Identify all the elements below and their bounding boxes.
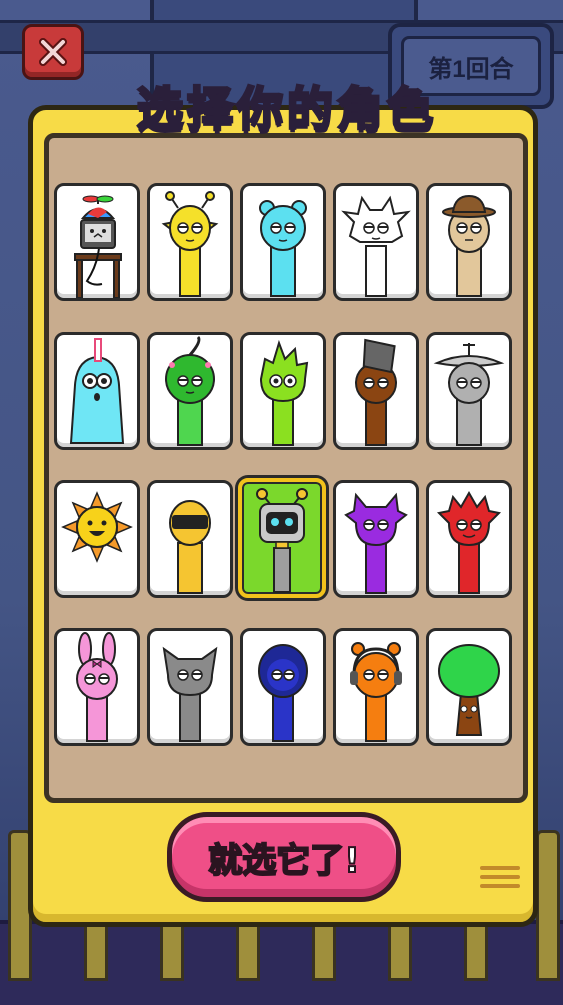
- lime-spike-icon: [259, 339, 309, 446]
- cyan-hair-icon: [69, 338, 125, 444]
- character-card-pink-bunny[interactable]: [54, 628, 140, 746]
- title-char: 的: [286, 81, 335, 138]
- character-card-orange-headphones[interactable]: [333, 628, 419, 746]
- red-spikes-icon: [436, 490, 502, 594]
- gray-cat-icon: [162, 646, 218, 742]
- blue-hood-icon: [258, 644, 308, 742]
- character-card-cyan-hair[interactable]: [54, 332, 140, 450]
- yellow-visor-icon: [169, 500, 211, 594]
- character-card-tan-hat[interactable]: [426, 183, 512, 301]
- character-card-green-robot-selected[interactable]: [238, 478, 326, 598]
- title-char: 角: [336, 81, 385, 138]
- character-card-yellow-antenna[interactable]: [147, 183, 233, 301]
- sun-icon: [61, 491, 133, 563]
- yellow-antenna-icon: [161, 191, 219, 297]
- title-char: 你: [236, 81, 285, 138]
- character-card-white-cat[interactable]: [333, 183, 419, 301]
- character-card-brown-bucket[interactable]: [333, 332, 419, 450]
- character-card-yellow-visor[interactable]: [147, 480, 233, 598]
- character-card-cyan-bear[interactable]: [240, 183, 326, 301]
- character-card-purple-horns[interactable]: [333, 480, 419, 598]
- orange-headphones-icon: [350, 642, 402, 742]
- character-card-blue-hood[interactable]: [240, 628, 326, 746]
- menu-lines-icon[interactable]: [480, 866, 520, 896]
- character-card-lime-spike[interactable]: [240, 332, 326, 450]
- confirm-character-button[interactable]: 就选它了!: [167, 812, 401, 902]
- gray-dish-icon: [433, 343, 505, 446]
- title-char: 择: [186, 81, 235, 138]
- fence-post: [536, 830, 560, 981]
- green-leaf-icon: [165, 335, 215, 446]
- cyan-bear-icon: [259, 200, 307, 297]
- page-title: 选 择 你 的 角 色: [130, 78, 440, 140]
- close-x-icon: [39, 38, 67, 66]
- character-card-gray-dish[interactable]: [426, 332, 512, 450]
- character-card-robot-propeller[interactable]: [54, 183, 140, 301]
- pink-bunny-icon: [76, 632, 118, 742]
- tree-icon: [438, 644, 500, 736]
- character-card-sun[interactable]: [54, 480, 140, 598]
- robot-propeller-icon: [74, 195, 122, 298]
- title-char: 选: [136, 81, 185, 138]
- brown-bucket-icon: [355, 338, 397, 446]
- title-char: 色: [386, 81, 435, 138]
- character-card-green-leaf[interactable]: [147, 332, 233, 450]
- character-card-tree[interactable]: [426, 628, 512, 746]
- green-robot-icon: [256, 488, 308, 593]
- purple-horns-icon: [344, 492, 408, 594]
- character-card-gray-cat[interactable]: [147, 628, 233, 746]
- white-cat-icon: [341, 195, 411, 297]
- close-button[interactable]: [22, 24, 84, 80]
- character-card-red-spikes[interactable]: [426, 480, 512, 598]
- tan-hat-icon: [442, 194, 496, 297]
